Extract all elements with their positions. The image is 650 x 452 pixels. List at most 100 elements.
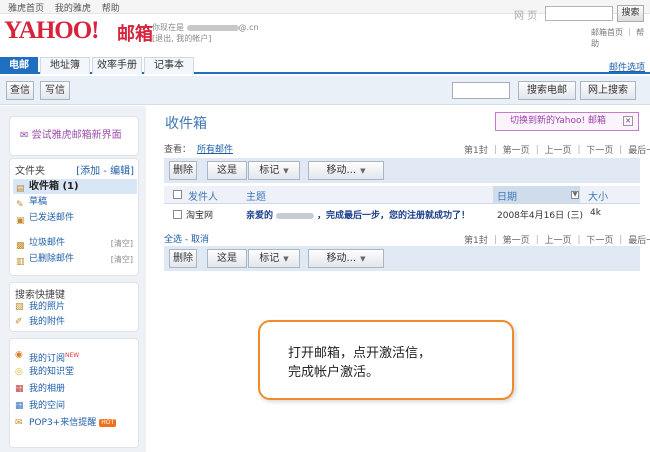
- tab-address-book[interactable]: 地址簿: [40, 57, 90, 74]
- web-search-button[interactable]: 搜索: [617, 5, 644, 22]
- search-web-button[interactable]: 网上搜索: [580, 81, 636, 100]
- sort-icon[interactable]: ▼: [571, 191, 579, 199]
- first-page-link[interactable]: 第一页: [503, 146, 530, 156]
- subject-rest: ，完成最后一步，您的注册就成功了！: [317, 211, 471, 221]
- search-mail-button[interactable]: 搜索电邮: [518, 81, 576, 100]
- my-photos-link[interactable]: ▧ 我的照片: [15, 301, 65, 314]
- prev-page-link[interactable]: 上一页: [545, 236, 572, 246]
- column-subject[interactable]: 主题: [246, 188, 266, 203]
- move-dropdown[interactable]: 移动... ▼: [308, 249, 384, 268]
- switch-new-mail-link[interactable]: 切换到新的Yahoo! 邮箱 ✕: [495, 112, 639, 131]
- yahoo-home-link[interactable]: 雅虎首页: [8, 4, 44, 14]
- search-shortcuts-header: 搜索快捷键: [15, 290, 65, 301]
- my-yahoo-link[interactable]: 我的雅虎: [55, 4, 91, 14]
- chevron-down-icon: ▼: [360, 255, 366, 263]
- services-panel: ◉ 我的订阅NEW ◎ 我的知识堂 ▦ 我的相册 ▦ 我的空间 ✉ POP3+来…: [9, 338, 139, 448]
- tab-notepad[interactable]: 记事本: [144, 57, 194, 74]
- last-page-link[interactable]: 最后一页: [628, 236, 650, 246]
- account-suffix: @.cn: [238, 23, 259, 32]
- folder-count: (1): [62, 181, 79, 192]
- yahoo-logo[interactable]: YAHOO!: [4, 17, 99, 45]
- blurred-username: [276, 212, 315, 219]
- link-label: 我的知识堂: [29, 367, 75, 377]
- my-attachments-link[interactable]: ✐ 我的附件: [15, 316, 65, 329]
- move-dropdown[interactable]: 移动... ▼: [308, 161, 384, 180]
- album-icon: ▦: [15, 384, 24, 394]
- chevron-down-icon: ▼: [283, 255, 289, 263]
- spam-button[interactable]: 这是: [207, 249, 247, 268]
- link-label: 我的空间: [29, 401, 66, 411]
- table-row[interactable]: 淘宝网 亲爱的 ，完成最后一步，您的注册就成功了！ 2008年4月16日 (三) …: [164, 206, 640, 222]
- my-space-link[interactable]: ▦ 我的空间: [15, 400, 65, 413]
- move-label: 移动...: [326, 253, 357, 264]
- chevron-down-icon: ▼: [283, 167, 289, 175]
- spam-button[interactable]: 这是: [207, 161, 247, 180]
- folders-add-edit-link[interactable]: [添加 - 编辑]: [76, 162, 134, 177]
- folder-label: 收件箱: [29, 181, 59, 192]
- delete-button[interactable]: 删除: [169, 161, 197, 180]
- help-links[interactable]: 邮箱首页 ｜ 帮助: [591, 27, 650, 49]
- space-icon: ▦: [15, 401, 24, 411]
- prev-page-link[interactable]: 上一页: [545, 146, 572, 156]
- photo-icon: ▧: [15, 302, 24, 312]
- column-size[interactable]: 大小: [588, 188, 608, 203]
- clear-spam-link[interactable]: [清空]: [111, 236, 133, 251]
- link-label: POP3+来信提醒: [29, 418, 97, 428]
- switch-label: 切换到新的Yahoo! 邮箱: [510, 116, 606, 126]
- next-page-link[interactable]: 下一页: [586, 236, 613, 246]
- folder-drafts[interactable]: ✎ 草稿: [13, 195, 137, 210]
- select-all-links[interactable]: 全选 - 取消: [164, 232, 209, 245]
- folder-trash[interactable]: ▥ 已删除邮件 [清空]: [13, 252, 137, 267]
- rss-icon: ◉: [15, 350, 23, 360]
- try-new-interface-link[interactable]: ✉ 尝试雅虎邮箱新界面: [9, 116, 139, 156]
- bulb-icon: ◎: [15, 367, 23, 377]
- compose-button[interactable]: 写信: [40, 81, 70, 100]
- search-shortcuts-panel: 搜索快捷键 ▧ 我的照片 ✐ 我的附件: [9, 282, 139, 332]
- account-links[interactable]: [退出, 我的帐户]: [152, 33, 259, 44]
- next-page-link[interactable]: 下一页: [586, 146, 613, 156]
- row-sender: 淘宝网: [186, 211, 214, 221]
- last-page-link[interactable]: 最后一页: [628, 146, 650, 156]
- view-label: 查看：: [164, 145, 192, 155]
- help-top-link[interactable]: 帮助: [102, 4, 120, 14]
- mark-dropdown[interactable]: 标记 ▼: [248, 161, 300, 180]
- column-date[interactable]: 日期: [497, 188, 517, 203]
- tab-mail[interactable]: 电邮: [0, 57, 38, 74]
- check-mail-button[interactable]: 查信: [6, 81, 34, 100]
- first-page-link[interactable]: 第一页: [503, 236, 530, 246]
- folder-label: 已删除邮件: [29, 254, 75, 264]
- pop3-icon: ✉: [15, 418, 23, 428]
- tab-planner[interactable]: 效率手册: [92, 57, 142, 74]
- mark-dropdown[interactable]: 标记 ▼: [248, 249, 300, 268]
- folder-sent[interactable]: ▣ 已发送邮件: [13, 211, 137, 226]
- hot-badge: HOT: [99, 418, 117, 427]
- row-subject[interactable]: 亲爱的 ，完成最后一步，您的注册就成功了！: [246, 208, 470, 221]
- instruction-callout: 打开邮箱，点开激活信， 完成帐户激活。: [258, 320, 514, 400]
- row-size: 4k: [590, 208, 601, 218]
- view-all-mail-link[interactable]: 所有邮件: [197, 145, 233, 155]
- sidebar: ✉ 尝试雅虎邮箱新界面 文件夹 [添加 - 编辑] ▤ 收件箱 (1) ✎ 草稿…: [0, 106, 146, 452]
- delete-button[interactable]: 删除: [169, 249, 197, 268]
- clear-trash-link[interactable]: [清空]: [111, 252, 133, 267]
- folder-spam[interactable]: ▩ 垃圾邮件 [清空]: [13, 236, 137, 251]
- row-checkbox[interactable]: [173, 210, 182, 219]
- my-subscriptions-link[interactable]: ◉ 我的订阅NEW: [15, 349, 79, 364]
- link-label: 我的附件: [29, 317, 66, 327]
- close-icon[interactable]: ✕: [623, 116, 633, 126]
- attachment-icon: ✐: [15, 317, 23, 327]
- mail-options-link[interactable]: 邮件选项: [609, 60, 645, 73]
- column-sender[interactable]: 发件人: [188, 188, 218, 203]
- message-table-header: 发件人 主题 日期 ▼ 大小: [164, 186, 640, 204]
- move-label: 移动...: [326, 165, 357, 176]
- my-album-link[interactable]: ▦ 我的相册: [15, 383, 65, 396]
- web-search-input[interactable]: [545, 6, 613, 21]
- my-knowledge-link[interactable]: ◎ 我的知识堂: [15, 366, 74, 379]
- top-links: 雅虎首页 我的雅虎 帮助: [8, 1, 128, 14]
- mail-search-input[interactable]: [452, 82, 510, 99]
- pop3-alert-link[interactable]: ✉ POP3+来信提醒 HOT: [15, 417, 117, 430]
- select-all-checkbox[interactable]: [173, 190, 182, 199]
- link-label: 我的订阅: [29, 354, 66, 364]
- pager-top: 第1封｜ 第一页｜ 上一页｜ 下一页｜ 最后一页: [464, 143, 650, 156]
- link-label: 我的照片: [29, 302, 66, 312]
- folder-inbox[interactable]: ▤ 收件箱 (1): [13, 179, 137, 194]
